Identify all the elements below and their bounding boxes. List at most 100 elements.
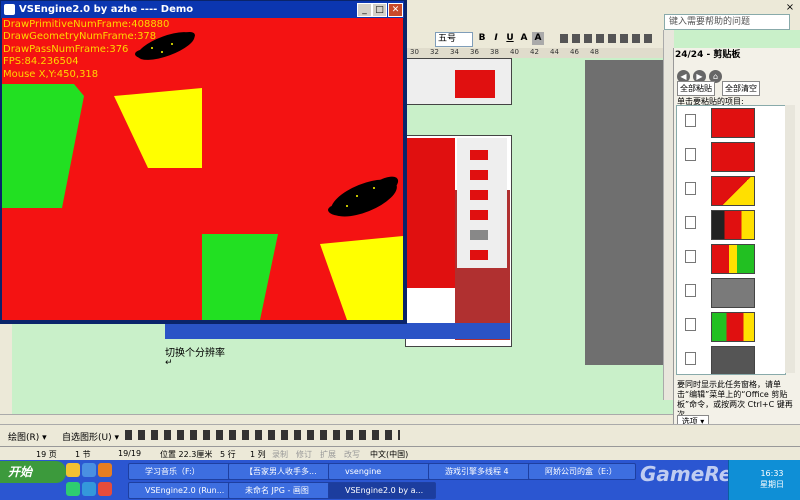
yellow-shape [114, 88, 202, 168]
particle-cloud [328, 176, 399, 217]
close-button[interactable]: ✕ [388, 3, 403, 17]
clip-thumbnail [711, 346, 755, 374]
clip-item[interactable] [681, 142, 781, 172]
clip-thumbnail [711, 244, 755, 274]
help-question-box[interactable]: 键入需要帮助的问题 [664, 14, 790, 30]
page-gutter [585, 60, 665, 365]
stat-line: DrawPrimitiveNumFrame:408880 [3, 19, 170, 30]
clip-item[interactable] [681, 346, 781, 374]
ruler: 30 32 34 36 38 40 42 44 46 48 [405, 48, 663, 58]
status-trk[interactable]: 修订 [296, 449, 312, 460]
demo-titlebar[interactable]: VSEngine2.0 by azhe ---- Demo [1, 1, 404, 18]
pane-tip: 要同时显示此任务窗格，请单击“编辑”菜单上的“Office 剪贴板”命令，或按两… [677, 380, 793, 419]
quicklaunch-icon[interactable] [98, 463, 112, 477]
mini-thumbnail [470, 210, 488, 220]
ruler-tick: 34 [450, 48, 459, 56]
pane-title: 24/24 - 剪贴板 [675, 50, 741, 60]
pane-navigation: ◀ ▶ ⌂ [677, 64, 725, 83]
document-text[interactable]: 切换个分辨率 [165, 344, 225, 359]
green-shape [202, 234, 278, 320]
window-title: VSEngine2.0 by azhe ---- Demo [19, 4, 194, 15]
clip-icon [685, 352, 696, 365]
taskbar-button[interactable]: 未命名 JPG - 画图 [228, 482, 336, 499]
taskbar-button-active[interactable]: VSEngine2.0 by a... [328, 482, 436, 499]
ruler-tick: 42 [530, 48, 539, 56]
embedded-screenshot-red [407, 138, 455, 288]
clip-list [676, 105, 786, 375]
ruler-tick: 40 [510, 48, 519, 56]
status-ext[interactable]: 扩展 [320, 449, 336, 460]
start-button[interactable]: 开始 [0, 461, 66, 483]
stat-line: DrawGeometryNumFrame:378 [3, 31, 157, 43]
maximize-button[interactable]: □ [372, 3, 387, 17]
mini-thumbnail [470, 190, 488, 200]
stat-line: FPS:84.236504 [3, 56, 79, 68]
font-border-button[interactable]: A [518, 32, 530, 45]
clip-thumbnail [711, 142, 755, 172]
stat-line: DrawPassNumFrame:376 [3, 43, 129, 55]
drawing-toolbar: 绘图(R) ▾ 自选图形(U) ▾ [0, 424, 800, 447]
pane-scrollbar[interactable] [785, 105, 795, 373]
autoshapes-menu[interactable]: 自选图形(U) ▾ [62, 430, 119, 443]
taskbar-button[interactable]: 【吾家男人收手多... [228, 463, 336, 480]
quicklaunch-icon[interactable] [82, 463, 96, 477]
status-lang: 中文(中国) [370, 450, 409, 459]
green-shape [2, 84, 84, 208]
embedded-taskbar [165, 323, 510, 339]
ruler-tick: 30 [410, 48, 419, 56]
clip-item[interactable] [681, 244, 781, 274]
status-page-of: 19/19 [118, 449, 142, 458]
minimize-button[interactable]: _ [357, 3, 372, 17]
status-position: 位置 22.3厘米 [160, 450, 213, 459]
clip-icon [685, 250, 696, 263]
clip-thumbnail [711, 312, 755, 342]
clip-item[interactable] [681, 210, 781, 240]
clock-day: 星期日 [760, 480, 784, 489]
mini-thumbnail [470, 230, 488, 240]
alignment-buttons[interactable] [560, 34, 655, 43]
status-ovr[interactable]: 改写 [344, 449, 360, 460]
draw-menu[interactable]: 绘图(R) ▾ [8, 430, 47, 443]
clip-icon [685, 318, 696, 331]
clip-item[interactable] [681, 312, 781, 342]
clip-icon [685, 148, 696, 161]
bold-button[interactable]: B [476, 32, 488, 45]
quicklaunch-icon[interactable] [82, 482, 96, 496]
taskbar-button[interactable]: vsengine [328, 463, 436, 480]
quicklaunch-icon[interactable] [66, 482, 80, 496]
mini-thumbnail [470, 250, 488, 260]
ruler-tick: 32 [430, 48, 439, 56]
clip-thumbnail [711, 210, 755, 240]
taskbar-button[interactable]: 游戏引擎多线程 4 [428, 463, 536, 480]
clip-thumbnail [711, 278, 755, 308]
quicklaunch-icon[interactable] [98, 482, 112, 496]
taskbar-button[interactable]: 阿娇公司的盒（E:） [528, 463, 636, 480]
mini-thumbnail [470, 150, 488, 160]
paste-all-button[interactable]: 全部粘贴 [677, 81, 715, 96]
embedded-screenshot-red [455, 70, 495, 98]
mini-thumbnail [470, 170, 488, 180]
underline-button[interactable]: U [504, 32, 516, 45]
stat-line: Mouse X,Y:450,318 [3, 68, 99, 80]
status-page: 19 页 [36, 450, 57, 459]
clip-item[interactable] [681, 108, 781, 138]
taskbar-button[interactable]: 学习音乐（F:） [128, 463, 236, 480]
word-close-button[interactable]: × [782, 2, 798, 14]
clear-all-button[interactable]: 全部清空 [722, 81, 760, 96]
clip-icon [685, 284, 696, 297]
italic-button[interactable]: I [490, 32, 502, 45]
status-rec[interactable]: 录制 [272, 449, 288, 460]
font-size-dropdown[interactable]: 五号 [435, 32, 473, 47]
clip-item[interactable] [681, 278, 781, 308]
ruler-tick: 46 [570, 48, 579, 56]
drawing-tools[interactable] [125, 430, 400, 440]
clock[interactable]: 16:33 星期日 [760, 468, 784, 490]
ruler-tick: 36 [470, 48, 479, 56]
status-line: 5 行 [220, 450, 236, 459]
clip-item[interactable] [681, 176, 781, 206]
taskbar-button[interactable]: VSEngine2.0 (Run... [128, 482, 236, 499]
ruler-tick: 38 [490, 48, 499, 56]
ruler-tick: 44 [550, 48, 559, 56]
quicklaunch-icon[interactable] [66, 463, 80, 477]
char-shading-button[interactable]: A [532, 32, 544, 45]
